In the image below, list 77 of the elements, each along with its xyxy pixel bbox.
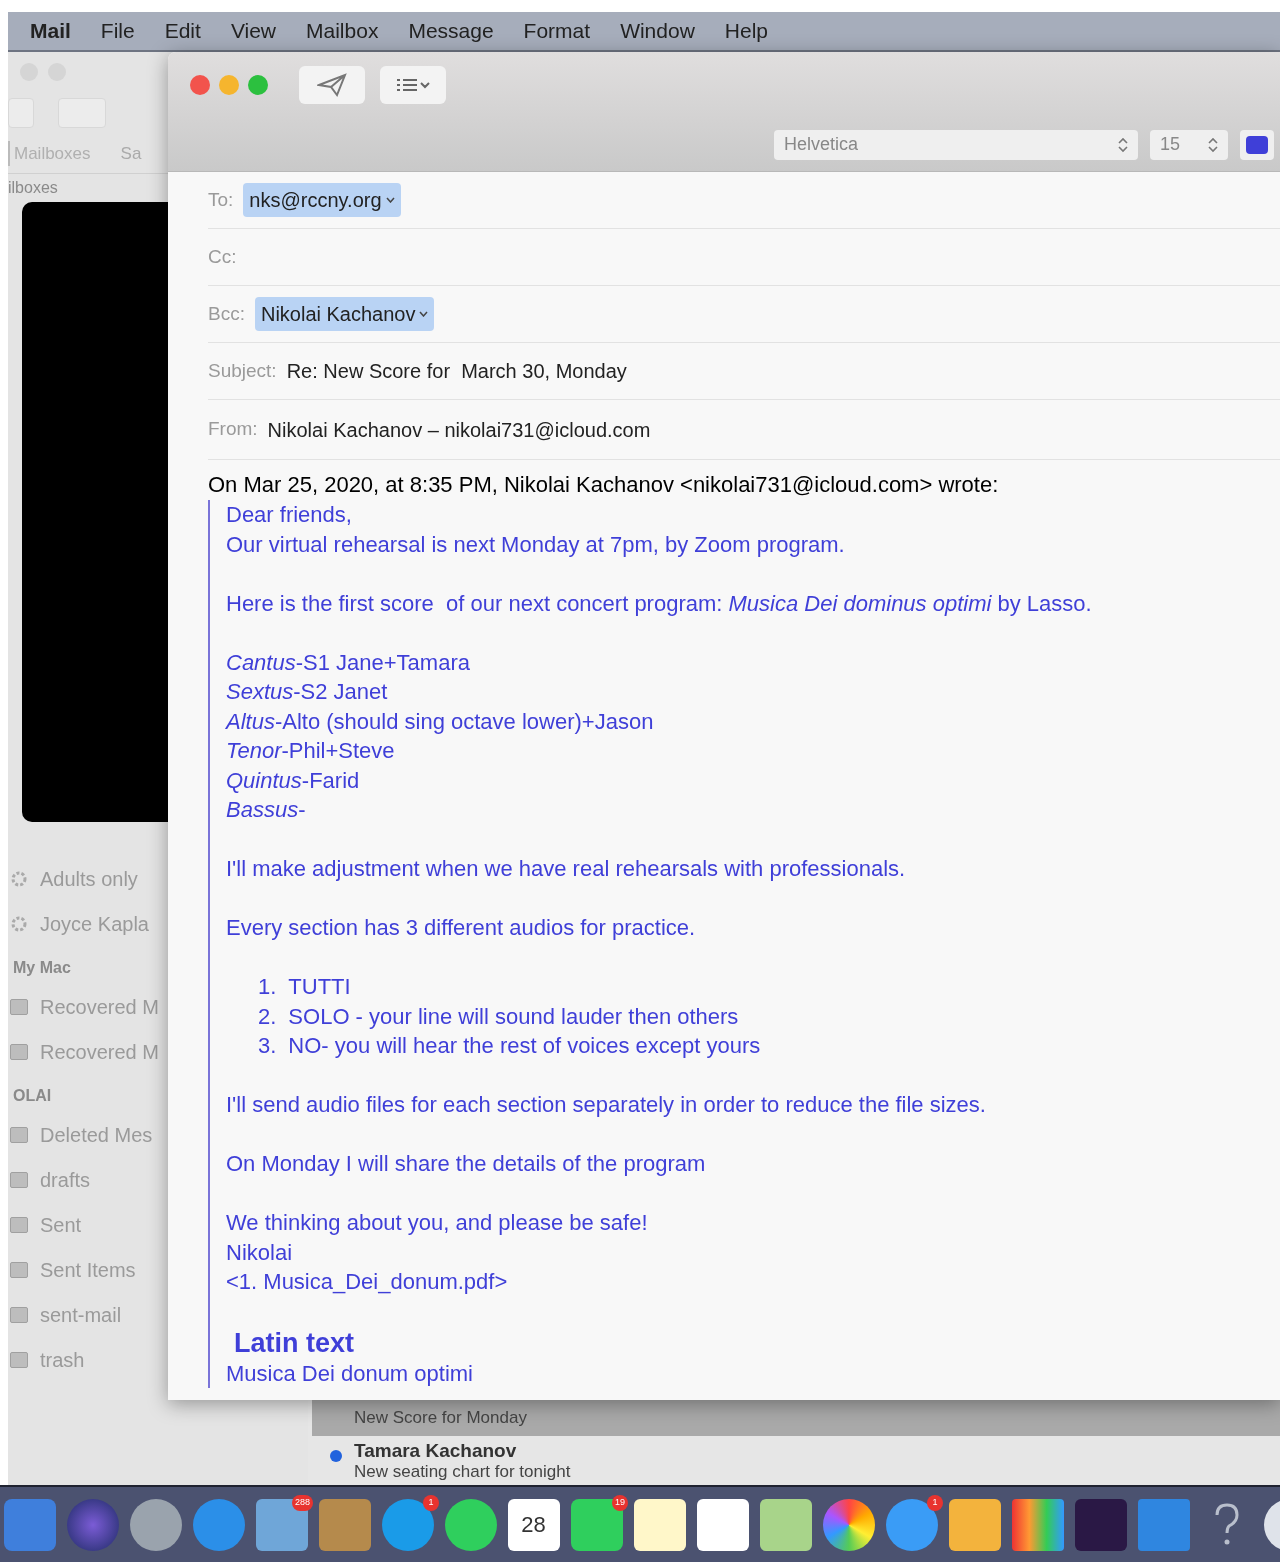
field-label: Subject: <box>208 358 277 383</box>
menu-item[interactable]: Mailbox <box>306 15 379 47</box>
folder-icon <box>10 1261 28 1278</box>
send-button[interactable] <box>299 66 365 104</box>
list-item-text: NO- you will hear the rest of voices except yours <box>288 1032 761 1060</box>
gear-folder-icon <box>10 869 28 888</box>
body-text: Dear friends, <box>226 501 353 529</box>
body-text: Musica Dei donum optimi <box>226 1359 474 1388</box>
notification-badge: 288 <box>291 1495 313 1511</box>
list-item-text: TUTTI <box>288 973 351 1001</box>
caret-icon <box>419 311 429 317</box>
field-label: From: <box>208 417 258 442</box>
body-text: Every section has 3 different audios for practice. <box>226 914 697 942</box>
folder-icon <box>10 1351 28 1368</box>
folder-icon <box>10 1043 28 1060</box>
list-number: 1. <box>258 973 277 1001</box>
body-text: <1. Musica_Dei_donum.pdf> <box>226 1268 509 1296</box>
message-sender: Tamara Kachanov <box>354 1439 518 1462</box>
body-text: Tenor-Phil+Steve <box>226 737 396 765</box>
folder-icon <box>10 1171 28 1188</box>
folder-icon <box>10 998 28 1015</box>
section-heading: My Mac <box>12 958 71 978</box>
menu-item[interactable]: Message <box>408 15 494 47</box>
body-text: Here is the first score of our next concert program: Musica Dei dominus optimi by Lasso. <box>226 589 1093 618</box>
section-heading: ilboxes <box>8 178 58 198</box>
body-text: Sextus-S2 Janet <box>226 678 389 706</box>
notification-badge: 1 <box>927 1495 943 1511</box>
list-caret-icon <box>395 77 431 93</box>
field-value[interactable]: Re: New Score for March 30, Monday <box>286 356 627 386</box>
field-value[interactable]: Nikolai Kachanov – nikolai731@icloud.com <box>267 414 651 445</box>
body-text: Bassus- <box>226 796 307 824</box>
gear-folder-icon <box>10 914 28 933</box>
list-item-text: SOLO - your line will sound lauder then others <box>288 1002 739 1031</box>
body-text: On Monday I will share the details of the program <box>226 1150 707 1178</box>
stepper-icon <box>1118 136 1128 153</box>
folder-icon <box>10 1126 28 1143</box>
paper-plane-icon <box>317 73 347 97</box>
body-text: Nikolai <box>226 1238 294 1267</box>
folder-icon <box>10 1216 28 1233</box>
body-text: Our virtual rehearsal is next Monday at 7pm, by Zoom program. <box>226 530 846 559</box>
section-heading: OLAI <box>12 1086 52 1106</box>
menu-item[interactable]: File <box>100 15 135 47</box>
body-text: I'll send audio files for each section separately in order to reduce the file sizes. <box>226 1091 987 1119</box>
list-number: 3. <box>258 1032 277 1060</box>
recipient-token[interactable]: nks@rccny.org <box>243 183 401 217</box>
list-number: 2. <box>258 1002 277 1031</box>
caret-icon <box>385 197 395 203</box>
recipient-token[interactable]: Nikolai Kachanov <box>254 297 435 331</box>
notification-badge: 1 <box>423 1495 439 1511</box>
menu-item[interactable]: Window <box>620 15 695 47</box>
body-text: Quintus-Farid <box>226 766 361 795</box>
body-text: Altus-Alto (should sing octave lower)+Jason <box>226 707 655 736</box>
color-swatch <box>1246 135 1268 154</box>
message-subject: New Score for Monday <box>354 1408 528 1428</box>
calendar-app-icon[interactable]: 28 <box>507 1498 560 1551</box>
menu-item[interactable]: Format <box>523 15 591 47</box>
folder-icon <box>10 1306 28 1323</box>
stepper-icon <box>1208 136 1218 153</box>
field-label: Bcc: <box>208 301 245 326</box>
menu-item[interactable]: Help <box>724 15 769 47</box>
body-text: I'll make adjustment when we have real rehearsals with professionals. <box>226 855 907 883</box>
list-format-button[interactable] <box>380 66 446 104</box>
message-subject: New seating chart for tonight <box>354 1461 572 1482</box>
close-button[interactable] <box>190 75 210 95</box>
menu-item[interactable]: Edit <box>164 15 201 47</box>
message-row[interactable]: New Score for Monday <box>312 1400 1280 1436</box>
zoom-button[interactable] <box>248 75 268 95</box>
section-title: Latin text <box>233 1326 355 1359</box>
quote-header: On Mar 25, 2020, at 8:35 PM, Nikolai Kachanov <nikolai731@icloud.com> wrote: <box>208 471 1000 499</box>
field-label: Cc: <box>208 244 237 269</box>
app-menu[interactable]: Mail <box>30 15 71 47</box>
color-well[interactable] <box>1240 129 1274 160</box>
calendar-date: 28 <box>521 1511 546 1539</box>
field-label: To: <box>208 187 234 212</box>
body-text: Cantus-S1 Jane+Tamara <box>226 648 471 677</box>
menu-item[interactable]: View <box>230 15 276 47</box>
body-text: We thinking about you, and please be safe! <box>226 1209 649 1237</box>
